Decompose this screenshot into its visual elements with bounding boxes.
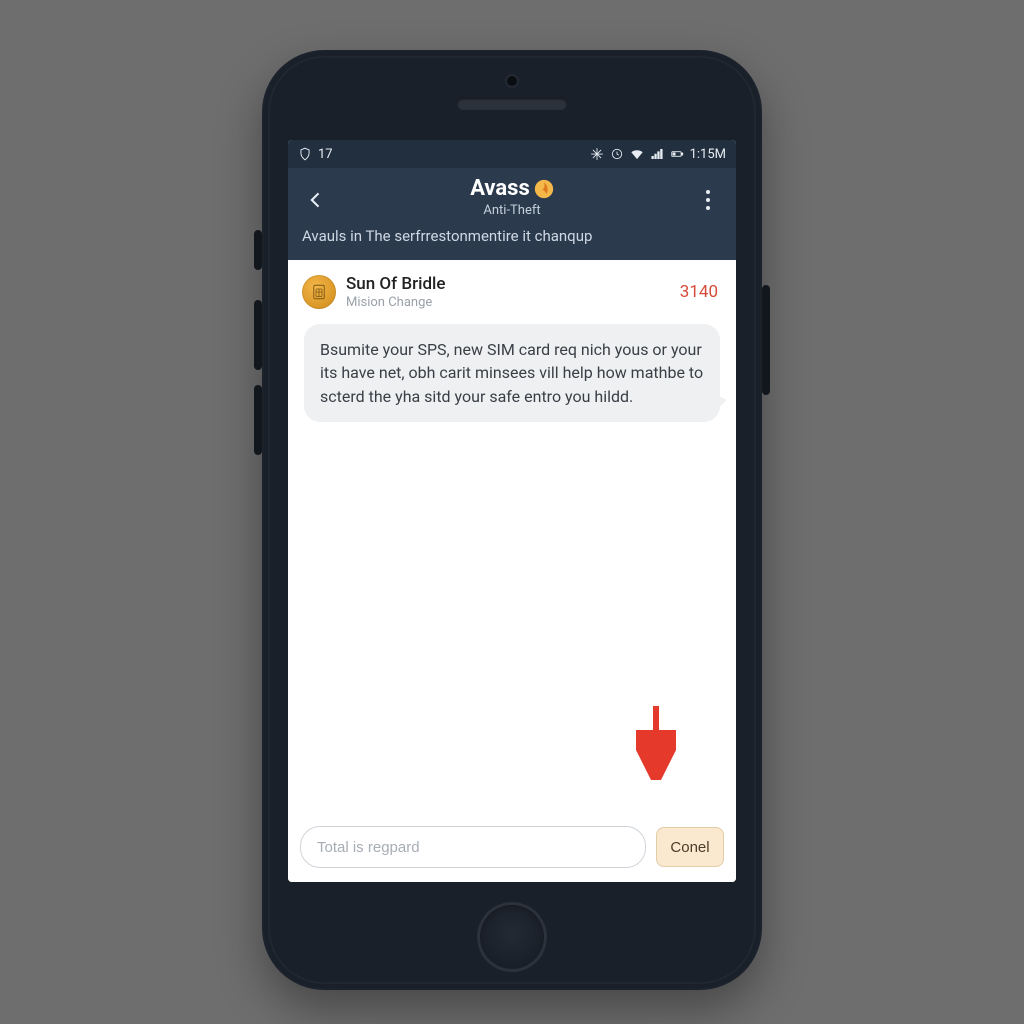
phone-camera xyxy=(507,76,517,86)
shield-icon xyxy=(298,147,312,161)
phone-frame: 17 1:15M xyxy=(262,50,762,990)
app-title-text: Avass xyxy=(470,176,530,201)
wifi-icon xyxy=(630,147,644,161)
battery-icon xyxy=(670,147,684,161)
overflow-menu-button[interactable] xyxy=(692,184,724,216)
status-bar: 17 1:15M xyxy=(288,140,736,168)
app-bar: Avass Anti-Theft Avauls in The serfrrest… xyxy=(288,168,736,260)
conversation-area: Sun Of Bridle Mision Change 3140 Bsumite… xyxy=(288,260,736,882)
phone-side-button xyxy=(254,230,262,270)
sender-header: Sun Of Bridle Mision Change 3140 xyxy=(288,260,736,316)
phone-home-button[interactable] xyxy=(477,902,547,972)
screen: 17 1:15M xyxy=(288,140,736,882)
back-button[interactable] xyxy=(300,184,332,216)
sender-subtitle: Mision Change xyxy=(346,295,445,310)
appbar-description: Avauls in The serfrrestonmentire it chan… xyxy=(300,226,724,246)
annotation-arrow-icon xyxy=(636,700,676,780)
status-clock: 1:15M xyxy=(690,147,726,162)
sim-icon xyxy=(302,275,336,309)
app-subtitle: Anti-Theft xyxy=(288,203,736,218)
status-notif-count: 17 xyxy=(318,147,333,162)
message-meta-number: 3140 xyxy=(680,282,722,302)
message-bubble: Bsumite your SPS, new SIM card req nich … xyxy=(304,324,720,422)
phone-side-button xyxy=(762,285,770,395)
phone-side-button xyxy=(254,300,262,370)
message-input[interactable] xyxy=(300,826,646,868)
snowflake-icon xyxy=(590,147,604,161)
signal-icon xyxy=(650,147,664,161)
app-title: Avass xyxy=(470,176,554,201)
avast-logo-icon xyxy=(534,179,554,199)
send-button[interactable]: Conel xyxy=(656,827,724,867)
phone-side-button xyxy=(254,385,262,455)
sender-name: Sun Of Bridle xyxy=(346,274,445,294)
phone-speaker xyxy=(457,98,567,110)
composer: Conel xyxy=(288,816,736,882)
clock-icon xyxy=(610,147,624,161)
message-text: Bsumite your SPS, new SIM card req nich … xyxy=(320,340,703,405)
